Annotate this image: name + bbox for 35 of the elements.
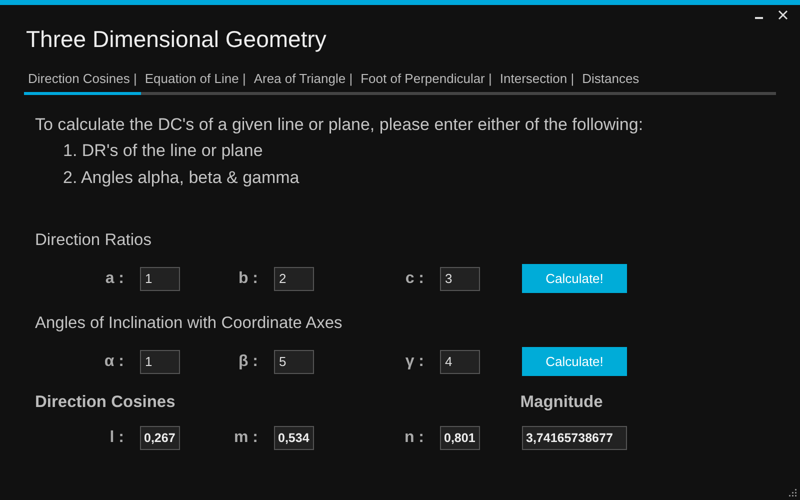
tab[interactable]: Intersection |: [496, 67, 578, 95]
resize-grip-icon[interactable]: [789, 489, 797, 497]
section-heading: Direction Ratios: [35, 230, 152, 251]
intro-item: 1. DR's of the line or plane: [62, 140, 264, 162]
input-field[interactable]: 2: [274, 266, 314, 290]
field-label: m :: [233, 429, 259, 447]
close-icon[interactable]: [778, 10, 788, 20]
input-field[interactable]: 3: [440, 266, 480, 290]
input-field[interactable]: 1: [140, 266, 180, 290]
section-heading: Angles of Inclination with Coordinate Axes: [35, 313, 344, 334]
window-title: Three Dimensional Geometry: [26, 25, 328, 53]
tab[interactable]: Distances: [578, 67, 644, 95]
output-field[interactable]: 0,801: [440, 426, 480, 450]
magnitude-heading: Magnitude: [520, 393, 603, 412]
intro-item: 2. Angles alpha, beta & gamma: [62, 167, 300, 189]
field-label: c :: [404, 270, 425, 288]
intro-text: To calculate the DC's of a given line or plane, please enter either of the following:: [35, 114, 644, 136]
field-label: β :: [237, 352, 259, 370]
input-field[interactable]: 4: [440, 350, 480, 374]
field-label: b :: [237, 270, 259, 288]
output-field[interactable]: 0,267: [140, 426, 180, 450]
tab[interactable]: Foot of Perpendicular |: [356, 67, 496, 95]
tab[interactable]: Equation of Line |: [140, 67, 250, 95]
output-field[interactable]: 3,74165738677: [522, 426, 627, 450]
field-label: l :: [108, 429, 125, 447]
output-field[interactable]: 0,534: [274, 426, 314, 450]
field-label: α :: [103, 352, 125, 370]
field-label: γ :: [404, 352, 425, 370]
tab[interactable]: Area of Triangle |: [250, 67, 357, 95]
field-label: a :: [104, 270, 125, 288]
input-field[interactable]: 5: [274, 350, 314, 374]
input-field[interactable]: 1: [140, 350, 180, 374]
results-heading: Direction Cosines: [35, 393, 176, 412]
tab[interactable]: Direction Cosines |: [24, 67, 141, 95]
field-label: n :: [403, 429, 425, 447]
